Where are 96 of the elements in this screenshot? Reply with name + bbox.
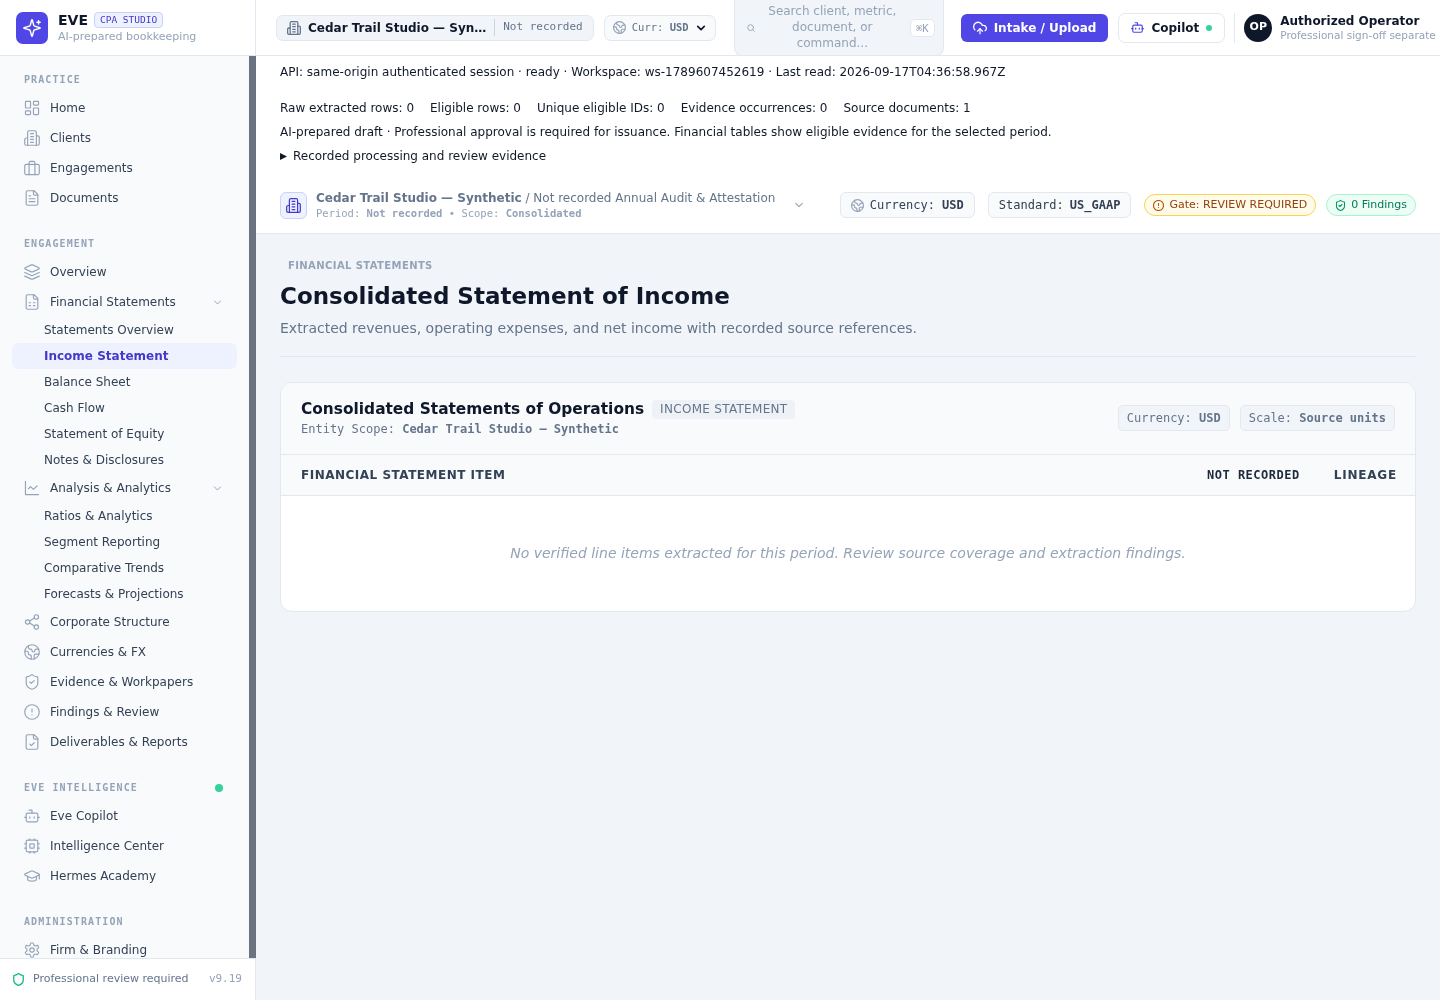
user-avatar[interactable]: OP (1244, 13, 1273, 42)
findings-count: 0 Findings (1351, 196, 1407, 213)
layers-icon (24, 264, 40, 280)
globe-icon (24, 644, 40, 660)
column-header: NOT RECORDED (1207, 467, 1300, 484)
share-nodes-icon (24, 614, 40, 630)
cloud-upload-icon (972, 20, 987, 35)
document-check-icon (24, 734, 40, 750)
stat-text: Unique eligible IDs: 0 (536, 100, 665, 117)
line-chart-icon (24, 480, 40, 496)
engagement-meta: Period: Not recorded • Scope: Consolidated (316, 206, 583, 220)
engagement-title: Cedar Trail Studio — Synthetic / Not recorded Annual Audit & Attestation (316, 190, 776, 206)
page-title: Consolidated Statement of Income (280, 282, 731, 311)
scrollbar-thumb[interactable] (249, 56, 256, 958)
sidebar-subitem[interactable]: Cash Flow (12, 395, 237, 421)
robot-icon (1131, 21, 1145, 34)
building-icon (280, 191, 307, 219)
alert-circle-icon (24, 704, 40, 720)
page-subtitle: Extracted revenues, operating expenses, and net income with recorded source references. (280, 319, 919, 338)
empty-state-message: No verified line items extracted for this period. Review source coverage and extraction findings. (510, 544, 1186, 563)
spreadsheet-icon (24, 294, 40, 310)
entity-scope: Entity Scope: Cedar Trail Studio — Synthetic (301, 421, 620, 438)
sidebar-item[interactable]: Currencies & FX (12, 637, 237, 667)
draft-notice: AI-prepared draft · Professional approval is required for issuance. Financial tables show eligible evidence for the selected period. (280, 124, 1053, 141)
sidebar-item[interactable]: Evidence & Workpapers (12, 667, 237, 697)
sidebar-item[interactable]: Overview (12, 257, 237, 287)
user-role-note: Professional sign-off separate (1280, 28, 1436, 42)
sidebar-item[interactable]: Analysis & Analytics (12, 473, 237, 503)
user-name: Authorized Operator (1280, 13, 1421, 29)
sidebar-subitem[interactable]: Notes & Disclosures (12, 447, 237, 473)
sidebar-item[interactable]: Intelligence Center (12, 831, 237, 861)
shield-icon (12, 973, 25, 986)
shield-check-icon (24, 674, 40, 690)
chip-icon (24, 838, 40, 854)
sidebar-subitem[interactable]: Segment Reporting (12, 529, 237, 555)
sidebar-item[interactable]: Engagements (12, 153, 237, 183)
stat-text: Eligible rows: 0 (430, 100, 521, 117)
grid-icon (24, 100, 40, 116)
sparkle-logo-icon (16, 11, 48, 44)
upload-button[interactable]: Intake / Upload (960, 13, 1109, 42)
building-icon (24, 130, 40, 146)
stat-text: Source documents: 1 (843, 100, 971, 117)
sidebar-item[interactable]: Findings & Review (12, 697, 237, 727)
document-icon (24, 190, 40, 206)
sidebar-subitem[interactable]: Income Statement (12, 343, 237, 369)
robot-icon (24, 808, 40, 824)
sidebar-item[interactable]: Corporate Structure (12, 607, 237, 637)
briefcase-icon (24, 160, 40, 176)
shield-check-icon (1335, 199, 1347, 211)
settings-icon (24, 942, 40, 958)
review-note: Professional review required (33, 971, 189, 988)
sidebar-item[interactable]: Hermes Academy (12, 861, 237, 891)
sidebar-subitem[interactable]: Statement of Equity (12, 421, 237, 447)
statement-setting: Currency: USD (1117, 405, 1230, 431)
search-icon (746, 23, 755, 32)
accounting-standard: Standard: US_GAAP (987, 192, 1132, 218)
statement-type-tag: INCOME STATEMENT (652, 399, 796, 419)
sidebar-subitem[interactable]: Comparative Trends (12, 555, 237, 581)
api-status-line: API: same-origin authenticated session · ready · Workspace: ws-1789607452619 · Last read: 2026-09-17T04:36:58.967Z (280, 64, 1007, 81)
statement-setting: Scale: Source units (1239, 405, 1395, 431)
stat-text: Raw extracted rows: 0 (280, 100, 414, 117)
section-heading: EVE INTELLIGENCE (24, 781, 138, 795)
sidebar-subitem[interactable]: Forecasts & Projections (12, 581, 237, 607)
sidebar-item[interactable]: Deliverables & Reports (12, 727, 237, 757)
sidebar-subitem[interactable]: Balance Sheet (12, 369, 237, 395)
stat-text: Evidence occurrences: 0 (680, 100, 828, 117)
brand-name: EVE (58, 11, 88, 29)
section-heading: ADMINISTRATION (24, 915, 124, 929)
gate-status-text: Gate: REVIEW REQUIRED (1169, 196, 1308, 213)
statement-title: Consolidated Statements of Operations (301, 399, 645, 420)
graduation-cap-icon (24, 868, 40, 884)
section-eyebrow: FINANCIAL STATEMENTS (287, 259, 434, 273)
currency-selector[interactable]: Curr: USD (603, 14, 716, 41)
shortcut-hint: ⌘K (910, 18, 935, 37)
currency-selector[interactable]: Currency: USD (839, 192, 975, 218)
sidebar-subitem[interactable]: Ratios & Analytics (12, 503, 237, 529)
sidebar-item[interactable]: Financial Statements (12, 287, 237, 317)
client-switcher[interactable]: Cedar Trail Studio — Syn… Not recorded (276, 14, 594, 41)
sidebar-item[interactable]: Firm & Branding (12, 935, 237, 958)
brand-tagline: AI-prepared bookkeeping (58, 30, 197, 44)
evidence-disclosure[interactable]: Recorded processing and review evidence (280, 147, 1416, 165)
plan-tag: CPA STUDIO (93, 12, 164, 28)
section-heading: ENGAGEMENT (24, 237, 96, 251)
version-label: v9.19 (208, 971, 242, 988)
sidebar-item[interactable]: Eve Copilot (12, 801, 237, 831)
sidebar-item[interactable]: Documents (12, 183, 237, 213)
column-header: FINANCIAL STATEMENT ITEM (301, 467, 506, 484)
section-heading: PRACTICE (24, 73, 81, 87)
sidebar-item[interactable]: Clients (12, 123, 237, 153)
globe-icon (850, 198, 864, 212)
sidebar-subitem[interactable]: Statements Overview (12, 317, 237, 343)
column-header: LINEAGE (1333, 467, 1397, 484)
sidebar-item[interactable]: Home (12, 93, 237, 123)
building-icon (287, 20, 301, 35)
globe-icon (612, 21, 626, 34)
copilot-button[interactable]: Copilot (1118, 12, 1226, 43)
